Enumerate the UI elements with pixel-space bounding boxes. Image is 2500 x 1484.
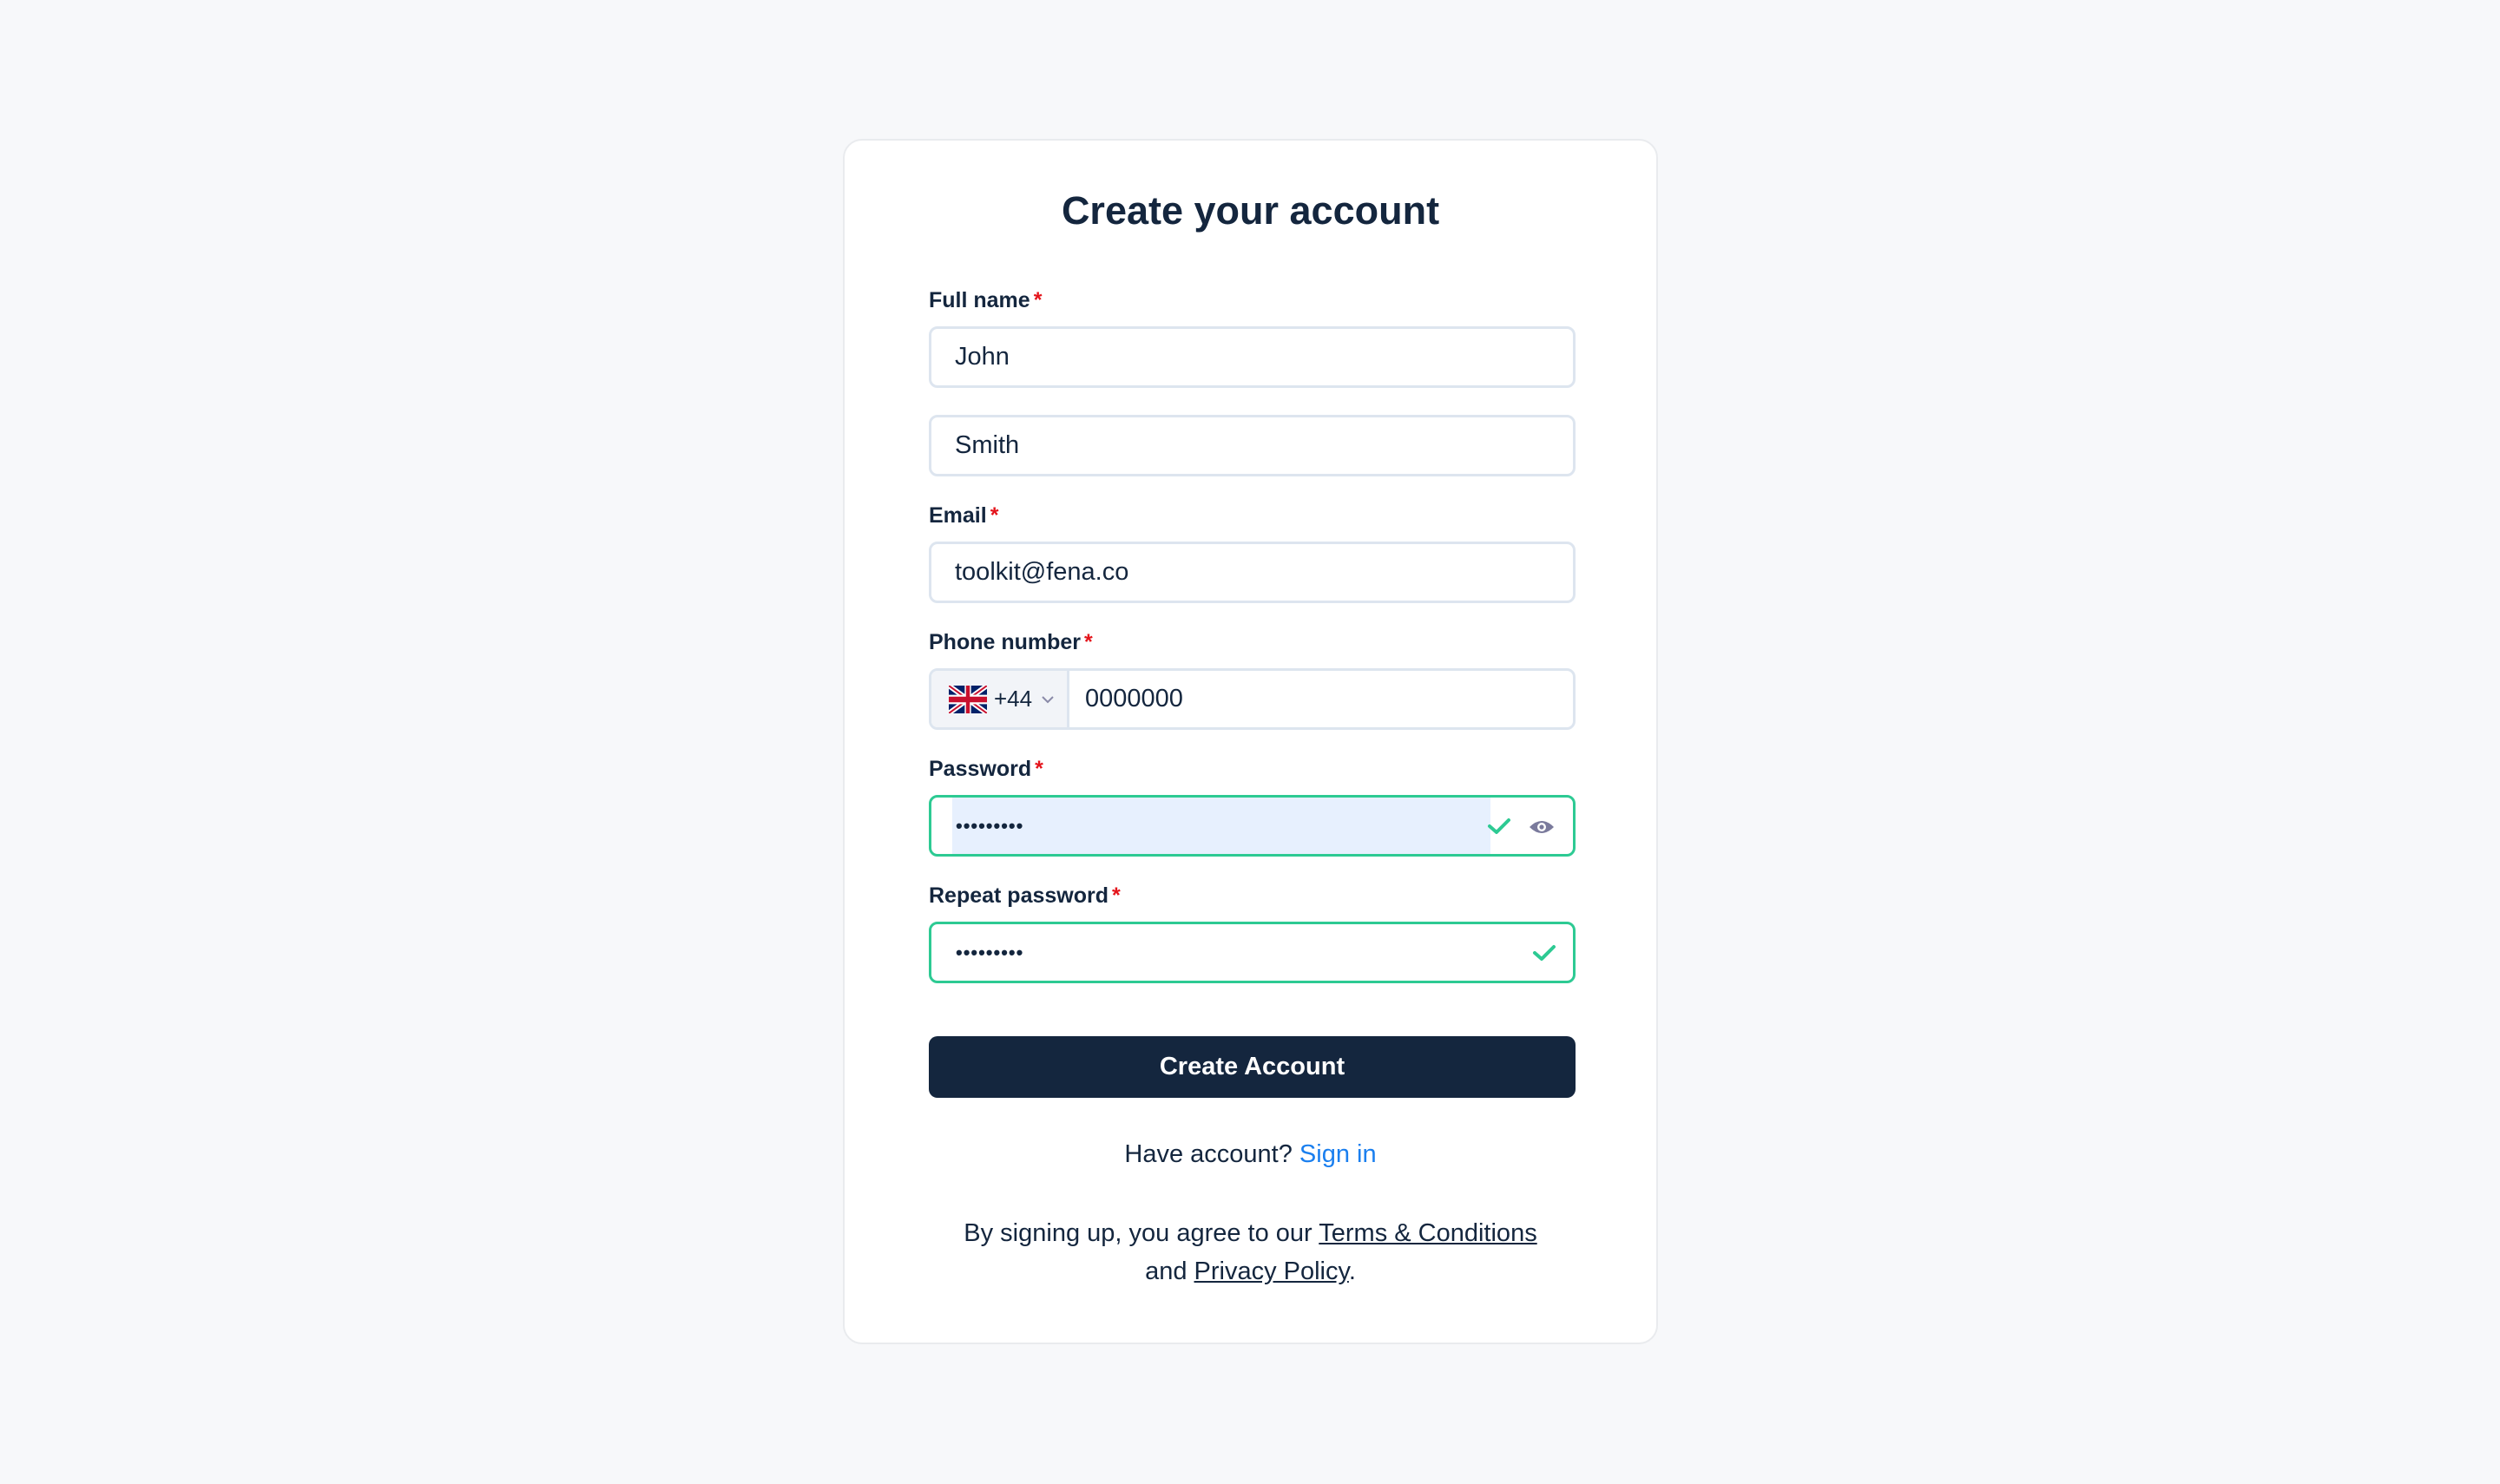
page-title: Create your account	[1061, 188, 1440, 233]
create-account-button[interactable]: Create Account	[929, 1036, 1576, 1098]
check-icon	[1488, 818, 1510, 834]
country-code-select[interactable]: +44	[931, 671, 1069, 727]
password-input[interactable]: •••••••••	[929, 795, 1576, 857]
chevron-down-icon	[1042, 695, 1054, 703]
and-text: and	[1145, 1257, 1188, 1285]
full-name-label-text: Full name	[929, 288, 1030, 312]
password-value: •••••••••	[956, 814, 1024, 837]
required-asterisk: *	[1112, 883, 1121, 908]
phone-input-group: +44 0000000	[929, 668, 1576, 730]
required-asterisk: *	[1084, 630, 1093, 654]
required-asterisk: *	[990, 503, 999, 528]
first-name-value: John	[955, 343, 1010, 371]
required-asterisk: *	[1033, 288, 1043, 312]
last-name-value: Smith	[955, 431, 1020, 459]
email-value: toolkit@fena.co	[955, 558, 1129, 586]
phone-label: Phone number *	[929, 630, 1093, 655]
check-icon	[1533, 945, 1556, 961]
email-input[interactable]: toolkit@fena.co	[929, 542, 1576, 603]
repeat-password-input[interactable]: •••••••••	[929, 922, 1576, 983]
repeat-password-label-text: Repeat password	[929, 883, 1109, 908]
sign-in-link[interactable]: Sign in	[1299, 1140, 1377, 1168]
full-name-label: Full name *	[929, 288, 1042, 313]
privacy-link[interactable]: Privacy Policy	[1194, 1257, 1349, 1285]
first-name-input[interactable]: John	[929, 326, 1576, 388]
uk-flag-icon	[949, 685, 987, 713]
last-name-input[interactable]: Smith	[929, 415, 1576, 476]
phone-label-text: Phone number	[929, 630, 1082, 654]
have-account-text: Have account?	[1124, 1140, 1293, 1168]
repeat-password-label: Repeat password *	[929, 883, 1121, 909]
autofill-highlight	[952, 798, 1490, 854]
email-label-text: Email	[929, 503, 987, 528]
country-code: +44	[994, 686, 1033, 712]
password-label: Password *	[929, 757, 1043, 782]
repeat-password-value: •••••••••	[956, 941, 1024, 963]
period: .	[1348, 1257, 1356, 1285]
terms-notice: By signing up, you agree to our Terms & …	[897, 1214, 1604, 1290]
terms-link[interactable]: Terms & Conditions	[1319, 1219, 1536, 1247]
eye-icon[interactable]	[1529, 818, 1555, 837]
email-label: Email *	[929, 503, 998, 529]
terms-prefix: By signing up, you agree to our	[964, 1219, 1312, 1247]
signup-card: Create your account Full name * John Smit…	[843, 139, 1658, 1344]
phone-value[interactable]: 0000000	[1069, 685, 1183, 713]
password-label-text: Password	[929, 757, 1032, 781]
required-asterisk: *	[1035, 757, 1043, 781]
sign-in-row: Have account? Sign in	[845, 1140, 1656, 1169]
